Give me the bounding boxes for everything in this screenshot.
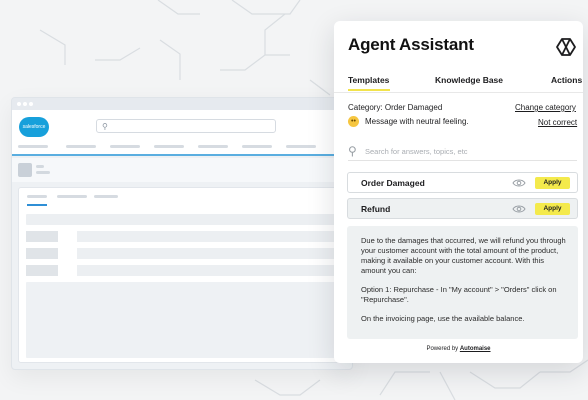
- record-header: [12, 158, 352, 182]
- template-label: Order Damaged: [361, 178, 425, 188]
- crm-header: salesforce ⚲: [12, 110, 352, 156]
- tabs-divider: [334, 92, 583, 93]
- nav-item[interactable]: [110, 145, 140, 148]
- footer-prefix: Powered by: [426, 346, 459, 352]
- eye-icon[interactable]: [512, 203, 526, 215]
- not-correct-link[interactable]: Not correct: [538, 118, 577, 127]
- panel-tabs: Templates Knowledge Base Actions: [334, 75, 583, 97]
- powered-by-footer: Powered by Automaise: [334, 346, 583, 352]
- nav-item[interactable]: [198, 145, 228, 148]
- record-tab[interactable]: [94, 195, 118, 198]
- preview-paragraph: On the invoicing page, use the available…: [361, 314, 525, 323]
- template-label: Refund: [361, 204, 391, 214]
- change-category-link[interactable]: Change category: [515, 103, 576, 112]
- window-dot: [23, 102, 27, 106]
- preview-paragraph: Due to the damages that occurred, we wil…: [361, 236, 566, 275]
- field-label: [26, 265, 58, 276]
- window-titlebar: [12, 98, 352, 110]
- neutral-face-icon: ••: [348, 116, 359, 127]
- tab-actions[interactable]: Actions: [551, 75, 582, 85]
- active-tab-indicator: [27, 204, 47, 206]
- field-value: [77, 231, 335, 242]
- template-preview: Due to the damages that occurred, we wil…: [347, 226, 578, 339]
- sentiment-text: Message with neutral feeling.: [365, 117, 469, 126]
- detail-block: [26, 282, 335, 358]
- tab-knowledge-base[interactable]: Knowledge Base: [435, 75, 503, 85]
- record-title-line: [36, 165, 44, 168]
- nav-item[interactable]: [18, 145, 48, 148]
- search-icon: ⚲: [102, 122, 108, 131]
- record-detail-panel: [18, 187, 343, 363]
- nav-item[interactable]: [154, 145, 184, 148]
- footer-brand-link[interactable]: Automaise: [460, 346, 491, 352]
- agent-assistant-panel: Agent Assistant Templates Knowledge Base…: [334, 21, 583, 363]
- template-item-refund[interactable]: Refund Apply: [347, 198, 578, 219]
- window-dot: [17, 102, 21, 106]
- salesforce-logo: salesforce: [19, 117, 49, 137]
- panel-title: Agent Assistant: [348, 35, 474, 54]
- search-bar: ⚲: [348, 143, 577, 161]
- nav-item[interactable]: [286, 145, 316, 148]
- search-icon: ⚲: [348, 144, 357, 158]
- preview-paragraph: Option 1: Repurchase - In "My account" >…: [361, 285, 557, 304]
- field-label: [26, 231, 58, 242]
- record-avatar: [18, 163, 32, 177]
- window-dot: [29, 102, 33, 106]
- record-subtitle-line: [36, 171, 50, 174]
- apply-button[interactable]: Apply: [535, 177, 570, 189]
- nav-item[interactable]: [66, 145, 96, 148]
- record-tab[interactable]: [27, 195, 47, 198]
- field-label: [26, 248, 58, 259]
- crm-window: salesforce ⚲: [11, 97, 353, 370]
- active-tab-indicator: [348, 89, 390, 91]
- eye-icon[interactable]: [512, 177, 526, 189]
- record-tab[interactable]: [57, 195, 87, 198]
- template-item-order-damaged[interactable]: Order Damaged Apply: [347, 172, 578, 193]
- apply-button[interactable]: Apply: [535, 203, 570, 215]
- nav-item[interactable]: [242, 145, 272, 148]
- crm-search-input[interactable]: ⚲: [96, 119, 276, 133]
- search-input[interactable]: [365, 145, 573, 158]
- field-value: [77, 248, 335, 259]
- automaise-logo-icon: [556, 38, 576, 56]
- tab-templates[interactable]: Templates: [348, 75, 389, 85]
- detail-row: [26, 214, 335, 225]
- field-value: [77, 265, 335, 276]
- category-label: Category: Order Damaged: [348, 103, 443, 112]
